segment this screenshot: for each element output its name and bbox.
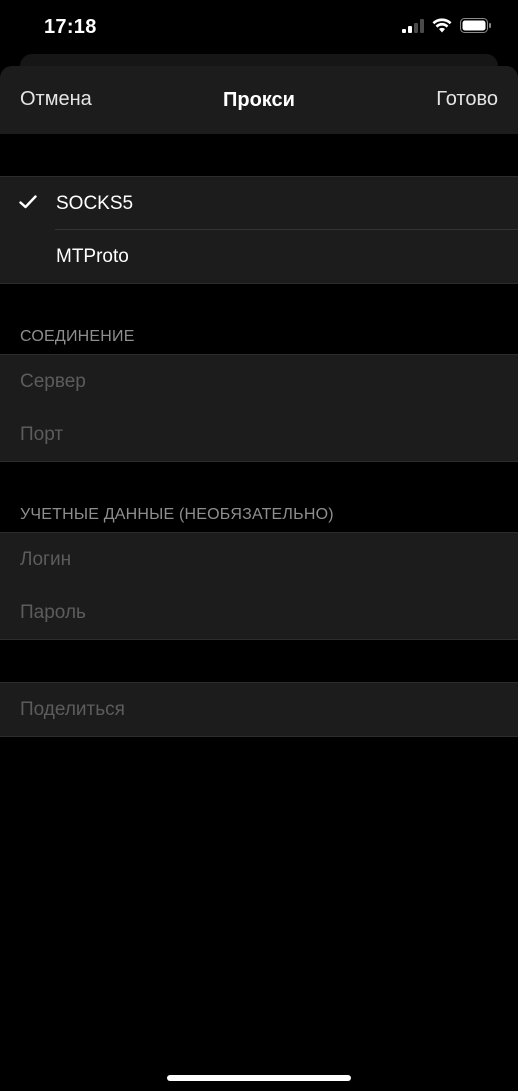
- checkmark-icon: [19, 195, 37, 209]
- home-indicator[interactable]: [167, 1075, 351, 1081]
- credentials-group: [0, 532, 518, 640]
- password-row: [0, 586, 518, 639]
- page-title: Прокси: [223, 88, 295, 111]
- done-button[interactable]: Готово: [436, 88, 498, 111]
- password-input[interactable]: [20, 586, 498, 639]
- cancel-button[interactable]: Отмена: [20, 88, 92, 111]
- credentials-section-header: УЧЕТНЫЕ ДАННЫЕ (НЕОБЯЗАТЕЛЬНО): [20, 506, 334, 523]
- proxy-type-socks5[interactable]: SOCKS5: [0, 177, 518, 230]
- proxy-sheet: Отмена Прокси Готово SOCKS5 MTProto СОЕД…: [0, 66, 518, 1091]
- port-row: [0, 408, 518, 461]
- wifi-icon: [432, 18, 452, 33]
- battery-icon: [460, 18, 491, 33]
- login-row: [0, 533, 518, 586]
- server-row: [0, 355, 518, 408]
- status-time: 17:18: [44, 16, 97, 38]
- proxy-type-list: SOCKS5 MTProto: [0, 176, 518, 284]
- status-icons: [402, 18, 492, 33]
- share-label: Поделиться: [20, 699, 125, 720]
- server-input[interactable]: [20, 355, 498, 408]
- proxy-type-label: SOCKS5: [56, 193, 134, 214]
- proxy-type-label: MTProto: [56, 246, 129, 267]
- port-input[interactable]: [20, 408, 498, 461]
- proxy-type-mtproto[interactable]: MTProto: [0, 230, 518, 283]
- status-bar: 17:18: [0, 0, 518, 54]
- connection-group: [0, 354, 518, 462]
- proxy-settings-screen: 17:18 Отмена Прокси Готово SOCKS5 MTProt…: [0, 0, 518, 1091]
- share-group: Поделиться: [0, 682, 518, 737]
- navigation-bar: Отмена Прокси Готово: [0, 66, 518, 134]
- cellular-signal-icon: [402, 18, 424, 33]
- login-input[interactable]: [20, 533, 498, 586]
- share-button[interactable]: Поделиться: [0, 683, 518, 736]
- connection-section-header: СОЕДИНЕНИЕ: [20, 328, 135, 345]
